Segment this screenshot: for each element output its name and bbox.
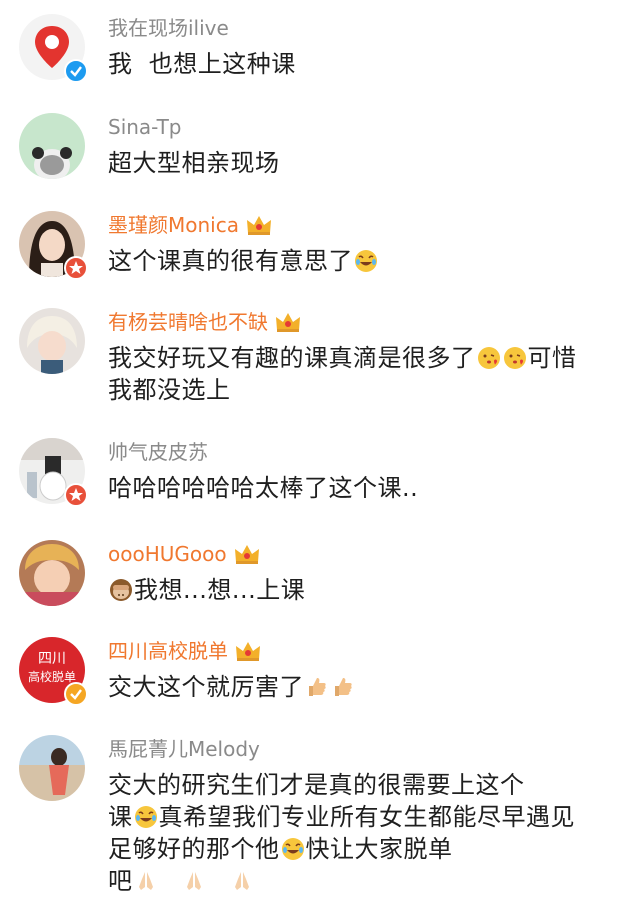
comment-author[interactable]: Sina-Tp <box>108 115 181 139</box>
laugh-cry-emoji <box>354 249 378 273</box>
pray-hands-emoji <box>134 869 158 893</box>
vip-crown-icon <box>233 542 261 566</box>
orange-verified-icon <box>64 682 88 706</box>
comment-author[interactable]: 馬屁菁儿Melody <box>108 737 260 761</box>
vip-crown-icon <box>234 639 262 663</box>
avatar[interactable] <box>19 113 85 179</box>
laugh-cry-emoji <box>281 837 305 861</box>
heart-kiss-emoji <box>503 346 527 370</box>
avatar[interactable] <box>19 308 85 374</box>
comment-author[interactable]: 我在现场ilive <box>108 16 229 40</box>
avatar[interactable] <box>19 14 88 83</box>
comment-text: 超大型相亲现场 <box>108 149 280 177</box>
comment-text: 我 也想上这种课 <box>108 50 296 78</box>
comment-text: 交大这个就厉害了 <box>108 671 628 703</box>
avatar[interactable] <box>19 438 88 507</box>
pray-hands-emoji <box>182 869 206 893</box>
child-photo-avatar <box>19 540 85 606</box>
avatar[interactable] <box>19 540 85 606</box>
comment-author[interactable]: oooHUGooo <box>108 542 261 566</box>
panda-avatar-icon <box>19 113 85 179</box>
heart-kiss-emoji <box>477 346 501 370</box>
comment-text: 我想...想...上课 <box>108 574 628 606</box>
vip-crown-icon <box>245 213 273 237</box>
comment-text: 这个课真的很有意思了 <box>108 245 628 277</box>
comment-list: 我在现场ilive 我 也想上这种课 Sina-Tp 超大型相亲现场 墨瑾颜Mo… <box>0 0 640 922</box>
avatar[interactable] <box>19 211 88 280</box>
red-star-badge-icon <box>64 483 88 507</box>
avatar[interactable]: 四川 高校脱单 <box>19 637 88 706</box>
comment-author[interactable]: 帅气皮皮苏 <box>108 440 208 464</box>
avatar-logo-text-2: 高校脱单 <box>28 669 76 684</box>
pray-hands-emoji <box>230 869 254 893</box>
avatar[interactable] <box>19 735 85 801</box>
laugh-cry-emoji <box>134 805 158 829</box>
thumbs-up-emoji <box>331 675 355 699</box>
comment-author[interactable]: 四川高校脱单 <box>108 639 262 663</box>
comment-text: 哈哈哈哈哈哈太棒了这个课.. <box>108 474 419 502</box>
blue-verified-icon <box>64 59 88 83</box>
comment-author[interactable]: 墨瑾颜Monica <box>108 213 273 237</box>
red-star-badge-icon <box>64 256 88 280</box>
comment-text: 我交好玩又有趣的课真滴是很多了 可惜 我都没选上 <box>108 344 577 404</box>
comment-text: 交大的研究生们才是真的很需要上这个 课真希望我们专业所有女生都能尽早遇见 足够好… <box>108 771 575 895</box>
comment-author[interactable]: 有杨芸晴啥也不缺 <box>108 310 302 334</box>
vip-crown-icon <box>274 310 302 334</box>
thumbs-up-emoji <box>305 675 329 699</box>
avatar-logo-text-1: 四川 <box>38 651 66 667</box>
blonde-photo-avatar <box>19 308 85 374</box>
beach-photo-avatar <box>19 735 85 801</box>
monkey-see-no-evil-emoji <box>109 578 133 602</box>
